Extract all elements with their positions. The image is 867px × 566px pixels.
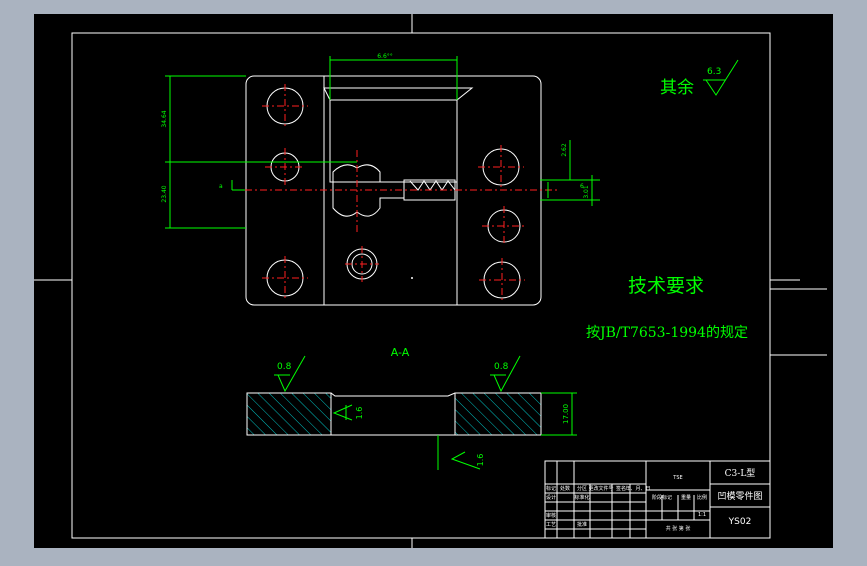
school-name: TSE (672, 475, 682, 481)
sheet-label: 共 张 第 张 (666, 525, 691, 532)
col-label-count: 处数 (560, 485, 570, 492)
section-height-text: 17.00 (562, 404, 570, 424)
col-label-date: 年、月、日 (625, 485, 650, 492)
tech-req-title: 技术要求 (628, 275, 704, 297)
cad-viewport[interactable]: 6.6°° 34.64 23.40 2.62 3.01 a 6 其余 6.3 技… (0, 0, 867, 562)
dim-left-upper-text: 34.64 (161, 110, 168, 127)
section-hatch-right (454, 392, 542, 436)
section-hatch-left (246, 392, 332, 436)
std-label: 标准化 (574, 494, 589, 501)
col-label-mark: 标记 (546, 485, 556, 492)
rough-inner-value: 1.6 (355, 407, 364, 420)
dim-left-lower-text: 23.40 (161, 185, 168, 202)
approve-label: 批准 (577, 521, 587, 528)
drawing-number: YS02 (728, 517, 752, 527)
rough-bottom-value: 1.6 (476, 454, 485, 467)
row-label-review: 审核 (546, 512, 556, 519)
drawing-sheet (34, 14, 833, 548)
rough-left-value: 0.8 (277, 362, 292, 372)
drawing-canvas[interactable]: 6.6°° 34.64 23.40 2.62 3.01 a 6 其余 6.3 技… (0, 0, 867, 562)
part-code: C3-L型 (725, 468, 756, 479)
col-label-zone: 分区 (577, 485, 587, 492)
dim-small-b: 6 (580, 183, 584, 190)
stage-label: 阶段标记 (652, 494, 672, 501)
weight-label: 重量 (681, 494, 691, 501)
row-label-design: 设计 (546, 494, 556, 501)
rough-right-value: 0.8 (494, 362, 509, 372)
drawing-name: 凹模零件图 (717, 490, 762, 502)
roughness-rest-value: 6.3 (707, 67, 721, 77)
col-label-change: 更改文件号 (588, 485, 613, 492)
row-label-process: 工艺 (546, 522, 556, 528)
section-label: A-A (391, 346, 410, 359)
dim-right-upper-text: 2.62 (561, 143, 568, 157)
dim-top-text: 6.6°° (377, 53, 393, 60)
roughness-rest-label: 其余 (660, 78, 694, 98)
dim-small-a: a (219, 183, 223, 190)
center-dot (411, 277, 413, 279)
scale-value: 1:1 (698, 512, 706, 518)
scale-label: 比例 (697, 494, 707, 501)
dim-right-lower-text: 3.01 (583, 185, 590, 199)
tech-req-note: 按JB/T7653-1994的规定 (586, 325, 748, 341)
